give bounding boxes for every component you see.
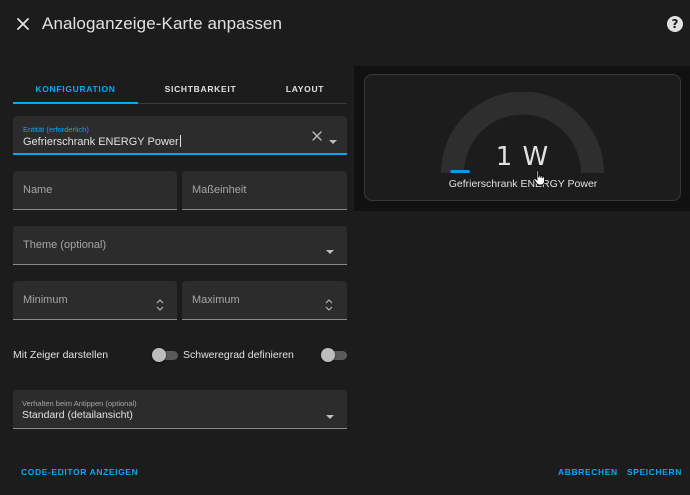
severity-toggle-label: Schweregrad definieren xyxy=(183,349,294,361)
theme-select[interactable]: Theme (optional) xyxy=(13,226,347,265)
close-icon[interactable] xyxy=(13,14,33,34)
maximum-field[interactable]: Maximum xyxy=(182,281,347,320)
needle-toggle[interactable] xyxy=(152,348,178,362)
chevron-down-icon[interactable] xyxy=(328,132,338,144)
gauge-value: 1 W xyxy=(495,142,550,172)
number-stepper-icon[interactable] xyxy=(325,298,333,311)
entity-field[interactable]: Entität (erforderlich) Gefrierschrank EN… xyxy=(13,116,347,155)
save-button[interactable]: SPEICHERN xyxy=(627,467,682,477)
help-icon[interactable]: ? xyxy=(667,16,683,32)
tab-layout[interactable]: LAYOUT xyxy=(263,71,347,103)
text-caret xyxy=(179,135,181,147)
cancel-button[interactable]: ABBRECHEN xyxy=(558,467,618,477)
gauge-entity-name: Gefrierschrank ENERGY Power xyxy=(448,178,598,190)
tab-visibility[interactable]: SICHTBARKEIT xyxy=(138,71,263,103)
theme-select-label: Theme (optional) xyxy=(23,239,107,251)
needle-toggle-label: Mit Zeiger darstellen xyxy=(13,349,109,361)
minimum-field[interactable]: Minimum xyxy=(13,281,177,320)
switch-thumb xyxy=(152,348,166,362)
entity-field-label: Entität (erforderlich) xyxy=(23,125,89,134)
chevron-down-icon[interactable] xyxy=(325,407,335,419)
unit-field-label: Maßeinheit xyxy=(192,184,247,196)
clear-icon[interactable] xyxy=(311,129,323,141)
tab-configuration[interactable]: KONFIGURATION xyxy=(13,71,138,104)
name-field[interactable]: Name xyxy=(13,171,177,210)
entity-field-value[interactable]: Gefrierschrank ENERGY Power xyxy=(23,135,181,148)
edit-card-dialog: Analoganzeige-Karte anpassen ? KONFIGURA… xyxy=(0,0,690,495)
name-field-label: Name xyxy=(23,184,53,196)
maximum-field-label: Maximum xyxy=(192,294,240,306)
dialog-title: Analoganzeige-Karte anpassen xyxy=(42,14,283,33)
hand-cursor-icon xyxy=(533,170,545,186)
tab-bar: KONFIGURATION SICHTBARKEIT LAYOUT xyxy=(13,71,347,104)
tap-action-value: Standard (detailansicht) xyxy=(22,409,133,421)
chevron-down-icon[interactable] xyxy=(325,242,335,254)
unit-field[interactable]: Maßeinheit xyxy=(182,171,347,210)
minimum-field-label: Minimum xyxy=(23,294,68,306)
severity-toggle[interactable] xyxy=(321,348,347,362)
tap-action-label: Verhalten beim Antippen (optional) xyxy=(22,399,137,408)
number-stepper-icon[interactable] xyxy=(156,298,164,311)
code-editor-button[interactable]: CODE-EDITOR ANZEIGEN xyxy=(21,467,138,477)
switch-thumb xyxy=(321,348,335,362)
tap-action-select[interactable]: Verhalten beim Antippen (optional) Stand… xyxy=(13,390,347,429)
